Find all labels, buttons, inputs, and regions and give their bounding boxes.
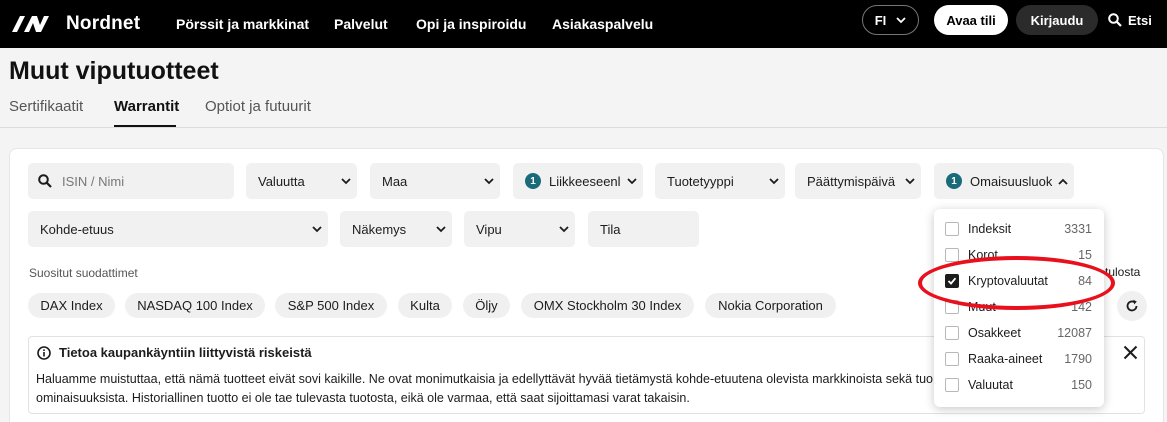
risk-info-header: Tietoa kaupankäyntiin liittyvistä riskei…	[37, 345, 312, 360]
search-label: Etsi	[1128, 12, 1152, 28]
filter-vipu-label: Vipu	[476, 221, 502, 237]
search-icon	[38, 174, 52, 188]
info-icon	[37, 345, 51, 360]
option-label: Raaka-aineet	[968, 352, 1043, 366]
nav-link-support[interactable]: Asiakaspalvelu	[552, 0, 653, 48]
filter-tila[interactable]: Tila	[588, 211, 699, 247]
checkbox[interactable]	[945, 352, 959, 366]
tab-sertifikaatit[interactable]: Sertifikaatit	[9, 98, 83, 115]
chevron-down-icon	[335, 177, 357, 185]
results-count-label: tulosta	[1105, 265, 1141, 279]
option-count: 3331	[1064, 222, 1092, 236]
option-count: 15	[1078, 248, 1092, 262]
chevron-down-icon	[896, 16, 906, 23]
language-select[interactable]: FI	[862, 5, 919, 35]
asset-class-dropdown: Indeksit 3331 Korot 15 Kryptovaluutat 84…	[934, 209, 1104, 407]
open-account-button[interactable]: Avaa tili	[934, 5, 1008, 35]
close-icon	[1123, 345, 1137, 359]
filter-omaisuusluokka[interactable]: 1 Omaisuusluokka	[934, 163, 1074, 199]
chip-oljy[interactable]: Öljy	[463, 293, 510, 318]
asset-class-option-indeksit[interactable]: Indeksit 3331	[934, 216, 1104, 242]
filter-valuutta[interactable]: Valuutta	[246, 163, 357, 199]
chip-omx-stockholm-30[interactable]: OMX Stockholm 30 Index	[521, 293, 694, 318]
tab-optiot-ja-futuurit[interactable]: Optiot ja futuurit	[205, 98, 311, 115]
filter-nakemys-label: Näkemys	[352, 221, 407, 237]
option-count: 142	[1071, 300, 1092, 314]
chevron-down-icon	[763, 177, 785, 185]
refresh-icon	[1126, 299, 1138, 312]
filter-tuotetyyppi-label: Tuotetyyppi	[667, 173, 734, 189]
checkbox[interactable]	[945, 300, 959, 314]
top-nav: Nordnet Pörssit ja markkinat Palvelut Op…	[0, 0, 1167, 48]
chip-kulta[interactable]: Kulta	[398, 293, 452, 318]
language-label: FI	[874, 12, 887, 28]
close-risk-info-button[interactable]	[1121, 343, 1139, 361]
filter-liikkeeseenlaskija[interactable]: 1 Liikkeeseenlaskija	[513, 163, 643, 199]
chevron-up-icon	[1052, 178, 1074, 185]
checkmark-icon	[947, 277, 957, 285]
tabs-divider	[0, 127, 1167, 128]
filter-vipu[interactable]: Vipu	[464, 211, 575, 247]
risk-info-title: Tietoa kaupankäyntiin liittyvistä riskei…	[59, 345, 312, 360]
filter-nakemys[interactable]: Näkemys	[340, 211, 452, 247]
chip-dax-index[interactable]: DAX Index	[28, 293, 115, 318]
chip-sp-500[interactable]: S&P 500 Index	[275, 293, 387, 318]
asset-class-option-osakkeet[interactable]: Osakkeet 12087	[934, 320, 1104, 346]
option-label: Korot	[968, 248, 998, 262]
filter-tila-label: Tila	[600, 221, 621, 237]
asset-class-option-raaka-aineet[interactable]: Raaka-aineet 1790	[934, 346, 1104, 372]
chevron-down-icon	[430, 225, 452, 233]
option-label: Valuutat	[968, 378, 1013, 392]
asset-class-option-valuutat[interactable]: Valuutat 150	[934, 372, 1104, 398]
suggested-filters-title: Suositut suodattimet	[29, 266, 138, 280]
nordnet-logo-icon	[12, 16, 49, 32]
option-label: Osakkeet	[968, 326, 1021, 340]
nav-link-services[interactable]: Palvelut	[334, 0, 388, 48]
filter-maa[interactable]: Maa	[370, 163, 500, 199]
asset-class-option-kryptovaluutat[interactable]: Kryptovaluutat 84	[934, 268, 1104, 294]
chevron-down-icon	[899, 177, 921, 185]
asset-class-option-korot[interactable]: Korot 15	[934, 242, 1104, 268]
option-label: Kryptovaluutat	[968, 274, 1048, 288]
search-button[interactable]: Etsi	[1108, 5, 1152, 35]
isin-search-field[interactable]	[28, 163, 234, 199]
filter-maa-label: Maa	[382, 173, 408, 189]
tab-warrantit[interactable]: Warrantit	[114, 98, 179, 115]
nordnet-logo[interactable]: Nordnet	[10, 10, 140, 38]
option-count: 150	[1071, 378, 1092, 392]
chevron-down-icon	[553, 225, 575, 233]
filter-liikkeeseenlaskija-label: Liikkeeseenlaskija	[549, 173, 621, 189]
checkbox[interactable]	[945, 248, 959, 262]
chevron-down-icon	[621, 177, 643, 185]
checkbox[interactable]	[945, 326, 959, 340]
nav-link-markets[interactable]: Pörssit ja markkinat	[176, 0, 309, 48]
search-icon	[1108, 13, 1122, 27]
option-count: 84	[1078, 274, 1092, 288]
filter-valuutta-label: Valuutta	[258, 173, 305, 189]
filter-kohde-etuus-label: Kohde-etuus	[40, 221, 114, 237]
filter-paattymispaiva-label: Päättymispäivä	[807, 173, 896, 189]
filter-omaisuusluokka-label: Omaisuusluokka	[970, 173, 1052, 189]
filter-paattymispaiva[interactable]: Päättymispäivä	[795, 163, 921, 199]
chip-nasdaq-100[interactable]: NASDAQ 100 Index	[125, 293, 265, 318]
option-label: Muut	[968, 300, 996, 314]
login-button[interactable]: Kirjaudu	[1016, 5, 1098, 35]
asset-class-option-muut[interactable]: Muut 142	[934, 294, 1104, 320]
filter-kohde-etuus[interactable]: Kohde-etuus	[28, 211, 328, 247]
chip-nokia-corporation[interactable]: Nokia Corporation	[705, 293, 836, 318]
reset-filters-button[interactable]	[1117, 291, 1147, 321]
checkbox-checked[interactable]	[945, 274, 959, 288]
option-count: 1790	[1064, 352, 1092, 366]
nav-link-learn[interactable]: Opi ja inspiroidu	[416, 0, 526, 48]
chevron-down-icon	[478, 177, 500, 185]
isin-search-input[interactable]	[52, 173, 202, 189]
filter-tuotetyyppi[interactable]: Tuotetyyppi	[655, 163, 785, 199]
option-label: Indeksit	[968, 222, 1012, 236]
page-title: Muut viputuotteet	[9, 57, 219, 85]
checkbox[interactable]	[945, 378, 959, 392]
option-count: 12087	[1057, 326, 1092, 340]
chevron-down-icon	[306, 225, 328, 233]
brand-name: Nordnet	[66, 13, 141, 34]
checkbox[interactable]	[945, 222, 959, 236]
